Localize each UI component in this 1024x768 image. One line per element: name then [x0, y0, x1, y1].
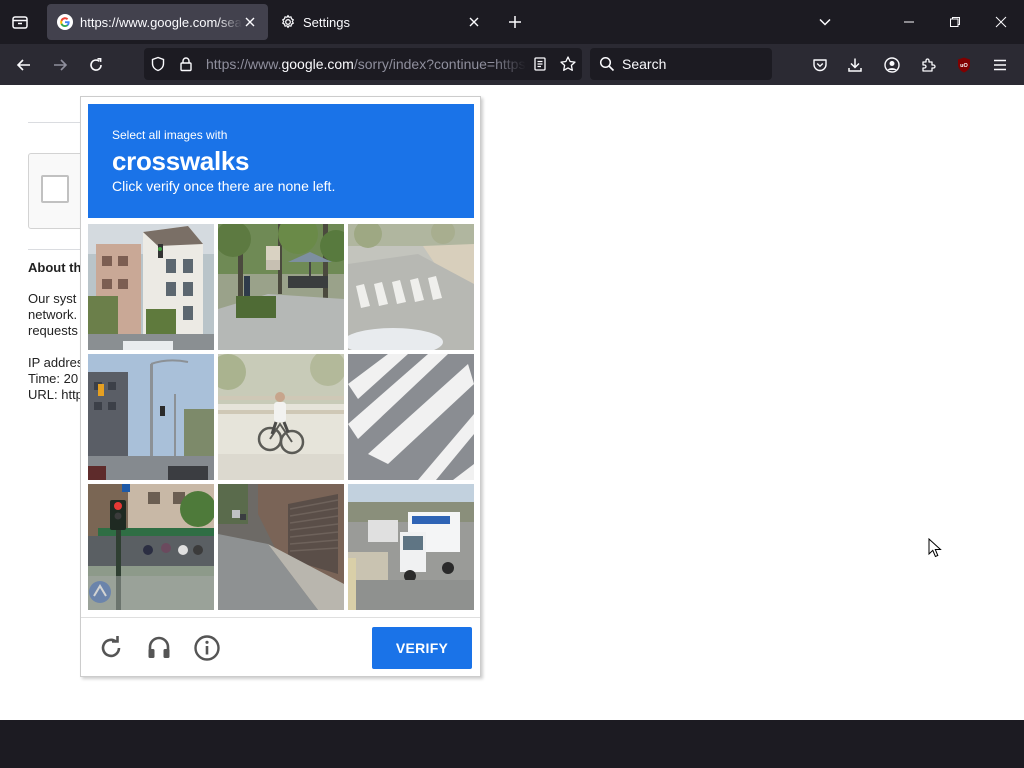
- navigation-toolbar: https://www.google.com/sorry/index?conti…: [0, 44, 1024, 85]
- captcha-tile-1[interactable]: [88, 224, 214, 350]
- footer-divider: [81, 617, 480, 618]
- page-content: About th Our syst network. requests IP a…: [0, 85, 1024, 720]
- minimize-icon[interactable]: [886, 0, 932, 44]
- tab-google-search[interactable]: https://www.google.com/sear: [47, 4, 268, 40]
- window-close-icon[interactable]: [978, 0, 1024, 44]
- tracking-shield-icon[interactable]: [144, 50, 172, 78]
- divider: [28, 249, 88, 250]
- about-text-line: network.: [28, 307, 78, 322]
- tab-settings[interactable]: Settings: [270, 4, 492, 40]
- challenge-detail: Click verify once there are none left.: [112, 178, 336, 194]
- gear-icon: [280, 14, 296, 30]
- bookmark-star-icon[interactable]: [554, 50, 582, 78]
- about-text-line: Our syst: [28, 291, 77, 306]
- captcha-tile-8[interactable]: [218, 484, 344, 610]
- captcha-tile-2[interactable]: [218, 224, 344, 350]
- about-text-line: requests: [28, 323, 78, 338]
- url-label: URL: http: [28, 387, 83, 402]
- taskbar-strip: [0, 720, 1024, 768]
- tab-strip: https://www.google.com/sear Settings: [0, 0, 1024, 44]
- time-label: Time: 20: [28, 371, 79, 386]
- search-icon: [598, 55, 616, 73]
- audio-challenge-headphones-icon[interactable]: [144, 633, 174, 663]
- hamburger-menu-icon[interactable]: [985, 50, 1015, 80]
- close-icon[interactable]: [466, 14, 482, 30]
- account-icon[interactable]: [877, 50, 907, 80]
- captcha-tile-5[interactable]: [218, 354, 344, 480]
- url-text[interactable]: https://www.google.com/sorry/index?conti…: [200, 56, 526, 72]
- ublock-origin-icon[interactable]: uO: [949, 50, 979, 80]
- back-arrow-icon[interactable]: [9, 50, 39, 80]
- captcha-tile-6[interactable]: [348, 354, 474, 480]
- captcha-tile-3[interactable]: [348, 224, 474, 350]
- challenge-instruction: Select all images with: [112, 128, 228, 142]
- reader-view-icon[interactable]: [526, 50, 554, 78]
- captcha-tile-7[interactable]: [88, 484, 214, 610]
- search-input[interactable]: Search: [590, 48, 772, 80]
- challenge-header: Select all images with crosswalks Click …: [88, 104, 474, 218]
- lock-icon[interactable]: [172, 50, 200, 78]
- reload-icon[interactable]: [81, 50, 111, 80]
- download-icon[interactable]: [840, 50, 870, 80]
- recaptcha-checkbox[interactable]: [41, 175, 69, 203]
- challenge-target: crosswalks: [112, 146, 250, 176]
- pocket-icon[interactable]: [805, 50, 835, 80]
- google-g-icon: [57, 14, 73, 30]
- captcha-tile-9[interactable]: [348, 484, 474, 610]
- new-tab-plus-icon[interactable]: [503, 10, 527, 34]
- search-placeholder: Search: [622, 56, 667, 72]
- help-info-icon[interactable]: [192, 633, 222, 663]
- svg-text:uO: uO: [960, 63, 968, 69]
- mouse-cursor-icon: [928, 538, 942, 558]
- close-icon[interactable]: [242, 14, 258, 30]
- captcha-tile-4[interactable]: [88, 354, 214, 480]
- forward-arrow-icon[interactable]: [45, 50, 75, 80]
- verify-button[interactable]: VERIFY: [372, 627, 472, 669]
- chevron-down-icon[interactable]: [813, 10, 837, 34]
- reload-challenge-icon[interactable]: [96, 633, 126, 663]
- tab-list-icon[interactable]: [8, 10, 32, 34]
- restore-icon[interactable]: [932, 0, 978, 44]
- tab-title: Settings: [303, 14, 350, 30]
- divider: [28, 122, 88, 123]
- address-bar[interactable]: https://www.google.com/sorry/index?conti…: [144, 48, 582, 80]
- ip-address-label: IP addres: [28, 355, 84, 370]
- tab-title: https://www.google.com/sear: [80, 14, 242, 30]
- about-heading: About th: [28, 260, 82, 275]
- extensions-puzzle-icon[interactable]: [913, 50, 943, 80]
- recaptcha-challenge: Select all images with crosswalks Click …: [80, 96, 481, 677]
